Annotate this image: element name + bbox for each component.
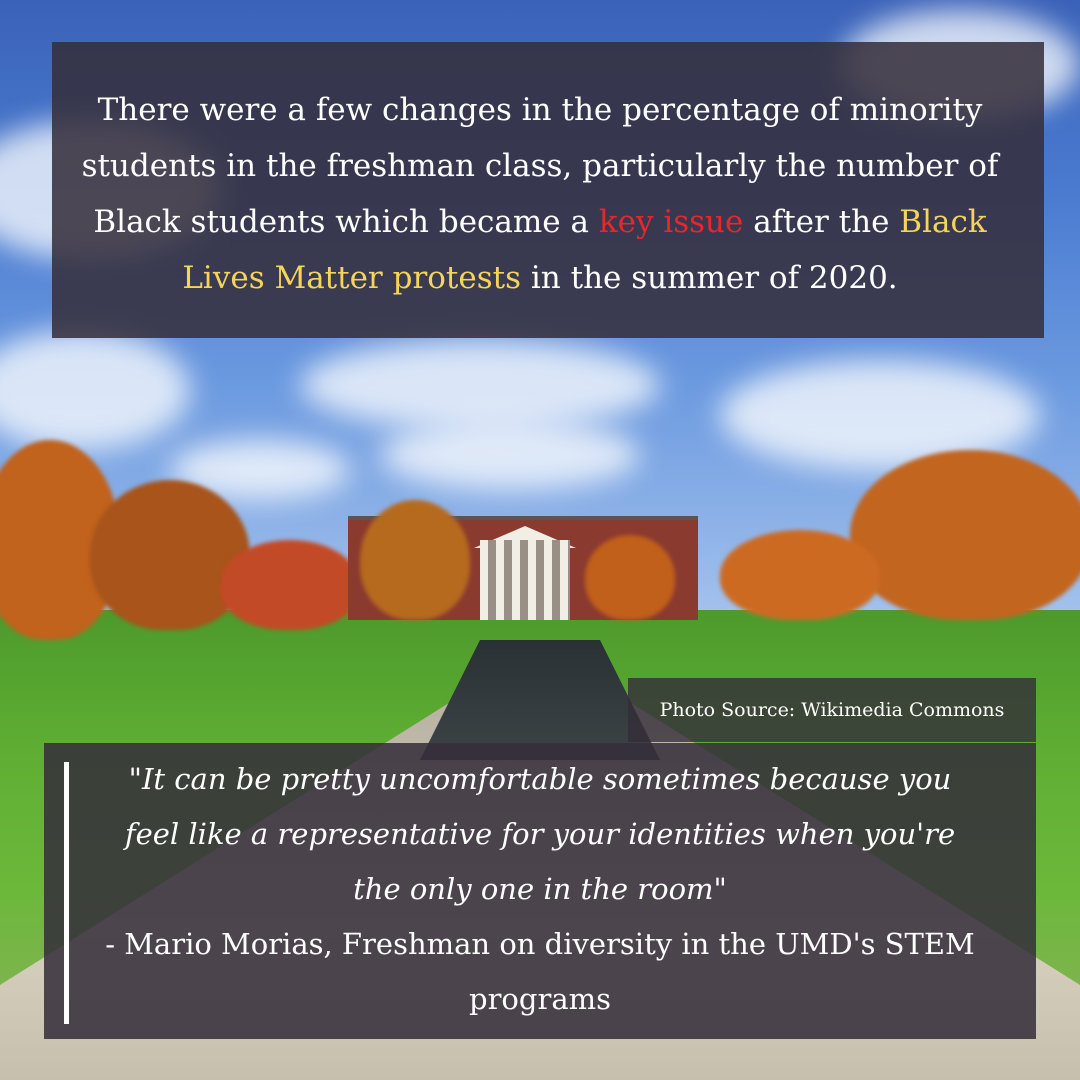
cloud <box>380 420 640 490</box>
intro-line-4: Lives Matter protests in the summer of 2… <box>182 260 897 296</box>
tree <box>850 450 1080 620</box>
tree <box>220 540 360 630</box>
highlight-black: Black <box>899 204 987 240</box>
quote-line-3: the only one in the room" <box>353 872 727 906</box>
photo-source-caption: Photo Source: Wikimedia Commons <box>659 699 1005 721</box>
highlight-key-issue: key issue <box>598 204 744 240</box>
tree <box>720 530 880 620</box>
intro-line-2: students in the freshman class, particul… <box>81 148 999 184</box>
intro-text-segment: Black students which became a <box>93 204 589 240</box>
cloud <box>300 340 660 430</box>
quote-line-2: feel like a representative for your iden… <box>124 817 956 851</box>
quote-bar <box>64 762 69 1024</box>
intro-line-3: Black students which became a key issue … <box>93 204 986 240</box>
quote-line-1: "It can be pretty uncomfortable sometime… <box>128 762 952 796</box>
quote-attribution-2: programs <box>469 982 611 1016</box>
quote-attribution-1: - Mario Morias, Freshman on diversity in… <box>105 927 975 961</box>
highlight-blm-protests: Lives Matter protests <box>182 260 522 296</box>
intro-text-segment: in the summer of 2020. <box>530 260 898 296</box>
quote-block: "It can be pretty uncomfortable sometime… <box>70 752 1010 1027</box>
tree <box>585 535 675 620</box>
building-columns <box>480 540 570 620</box>
intro-text-segment: after the <box>753 204 890 240</box>
intro-line-1: There were a few changes in the percenta… <box>97 92 983 128</box>
tree <box>360 500 470 620</box>
intro-paragraph: There were a few changes in the percenta… <box>0 82 1080 306</box>
